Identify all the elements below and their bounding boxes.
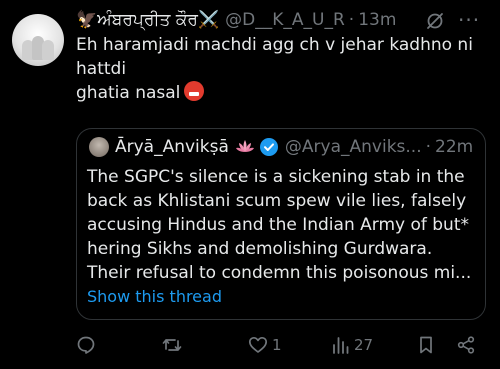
tweet-text-line: ghatia nasal	[76, 83, 181, 103]
tweet-header: 🦅ਅੰਬਰਪ੍ਰੀਤ ਕੌਰ⚔️ @D__K_A_U_R · 13m	[76, 8, 396, 32]
reply-icon	[77, 336, 95, 354]
grok-icon[interactable]	[425, 11, 445, 31]
quoted-tweet-text: The SGPC's silence is a sickening stab i…	[87, 165, 482, 285]
reply-button[interactable]	[76, 334, 100, 356]
separator-dot: ·	[348, 10, 355, 30]
tweet-text-line: Eh haramjadi machdi agg ch v jehar kadhn…	[76, 35, 473, 55]
quoted-tweet[interactable]: Āryā_Anvikṣā @Arya_Anviks... · 22m The S…	[76, 128, 486, 320]
like-count: 1	[272, 336, 282, 354]
author-avatar[interactable]	[12, 14, 64, 66]
verified-badge-icon	[259, 138, 278, 156]
show-thread-link[interactable]: Show this thread	[87, 287, 222, 306]
like-icon	[248, 336, 268, 353]
quoted-text-line: back as Khlistani scum spew vile lies, f…	[87, 191, 467, 211]
views-icon	[333, 337, 349, 354]
quoted-text-line: The SGPC's silence is a sickening stab i…	[87, 167, 465, 187]
bookmark-button[interactable]	[416, 334, 436, 356]
retweet-button[interactable]	[162, 334, 186, 356]
quoted-author-display-name: Āryā_Anvikṣā	[115, 137, 229, 157]
tweet-text-line: hattdi	[76, 59, 127, 79]
quoted-text-line: accusing Hindus and the Indian Army of b…	[87, 215, 469, 235]
lotus-icon	[235, 140, 254, 152]
bookmark-icon	[420, 336, 432, 354]
quoted-tweet-timestamp: 22m	[435, 137, 474, 157]
quoted-tweet-header: Āryā_Anvikṣā @Arya_Anviks... · 22m	[115, 133, 473, 161]
quoted-text-line: hering Sikhs and demolishing Gurdwara.	[87, 239, 433, 259]
cursing-face-emoji-icon	[184, 81, 205, 101]
author-display-name[interactable]: 🦅ਅੰਬਰਪ੍ਰੀਤ ਕੌਰ⚔️	[76, 10, 219, 30]
quoted-author-handle: @Arya_Anviks...	[284, 137, 422, 157]
tweet-timestamp[interactable]: 13m	[358, 10, 396, 30]
like-button[interactable]: 1	[248, 334, 282, 356]
quoted-author-avatar	[89, 137, 109, 157]
tweet-actions-bar: 1 27	[76, 332, 486, 360]
author-handle[interactable]: @D__K_A_U_R	[225, 10, 345, 30]
more-icon[interactable]: ···	[458, 8, 480, 32]
tweet-text: Eh haramjadi machdi agg ch v jehar kadhn…	[76, 33, 486, 105]
views-button[interactable]: 27	[330, 334, 373, 356]
quoted-text-line: Their refusal to condemn this poisonous …	[87, 263, 472, 283]
retweet-icon	[162, 339, 182, 351]
share-button[interactable]	[456, 334, 476, 356]
share-icon	[457, 336, 475, 354]
views-count: 27	[354, 336, 374, 354]
separator-dot: ·	[425, 137, 432, 157]
